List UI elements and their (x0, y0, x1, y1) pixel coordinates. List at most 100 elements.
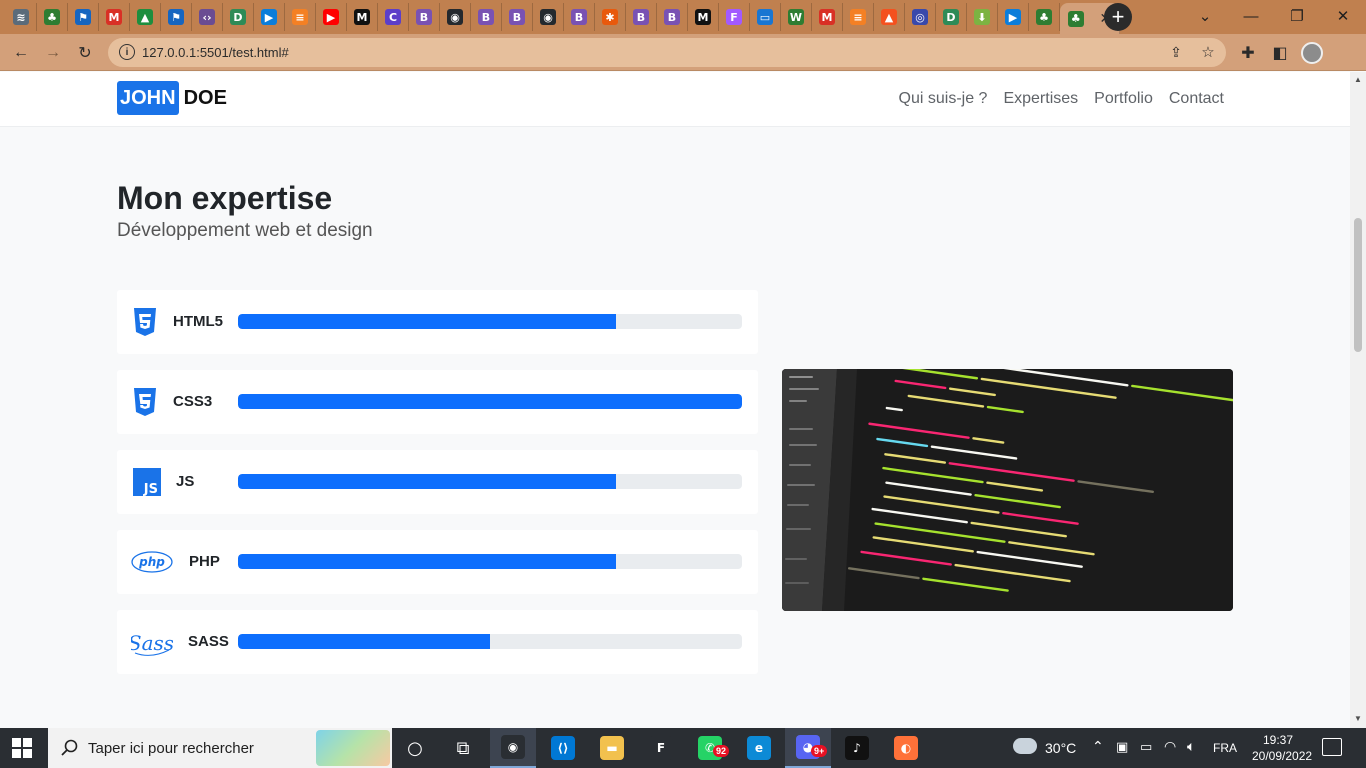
brand-last-name: DOE (183, 86, 227, 109)
taskbar-search-box[interactable]: Taper ici pour rechercher (48, 728, 392, 768)
taskbar-app-cortana[interactable]: ○ (392, 728, 438, 768)
side-panel-icon[interactable]: ◧ (1267, 40, 1293, 66)
browser-tab[interactable]: ≡ (843, 3, 874, 31)
browser-tab[interactable]: ✱ (595, 3, 626, 31)
taskbar-app-edge[interactable]: e (736, 728, 782, 768)
taskbar-app-firefox[interactable]: ◐ (883, 728, 929, 768)
browser-tab[interactable]: ▲ (874, 3, 905, 31)
wifi-icon[interactable]: ◠ (1164, 738, 1176, 755)
browser-tab[interactable]: M (347, 3, 378, 31)
skill-progress-fill (238, 474, 616, 489)
skill-card-php: php PHP (117, 530, 758, 594)
browser-tab[interactable]: B (409, 3, 440, 31)
close-window-button[interactable]: ✕ (1320, 4, 1366, 28)
back-button[interactable]: ← (8, 40, 34, 66)
browser-tab[interactable]: D (223, 3, 254, 31)
browser-tab[interactable]: ▶ (254, 3, 285, 31)
address-bar[interactable]: i 127.0.0.1:5501/test.html# ⇪ ☆ (108, 38, 1226, 67)
taskbar-app-vscode[interactable]: ⟨⟩ (540, 728, 586, 768)
browser-tab[interactable]: ◉ (440, 3, 471, 31)
browser-tab[interactable]: ‹› (192, 3, 223, 31)
scrollbar-thumb[interactable] (1354, 218, 1362, 352)
tab-search-icon[interactable]: ⌄ (1182, 4, 1228, 28)
scroll-up-arrow-icon[interactable]: ▲ (1354, 75, 1362, 84)
restore-button[interactable]: ❐ (1274, 4, 1320, 28)
profile-avatar[interactable] (1299, 40, 1325, 66)
nav-link-contact[interactable]: Contact (1169, 90, 1224, 108)
weather-temperature[interactable]: 30°C (1045, 740, 1076, 756)
browser-tab[interactable]: ♣ (37, 3, 68, 31)
windows-start-icon[interactable] (12, 738, 32, 758)
minimize-button[interactable]: — (1228, 4, 1274, 28)
clock-time: 19:37 (1262, 733, 1294, 747)
tiktok-icon: ♪ (845, 736, 869, 760)
new-tab-button[interactable]: + (1104, 3, 1132, 31)
browser-tab[interactable]: ⚑ (161, 3, 192, 31)
browser-tab[interactable]: ▲ (130, 3, 161, 31)
skill-name: JS (176, 473, 195, 490)
taskbar-app-figma[interactable]: F (638, 728, 684, 768)
page-scrollbar[interactable]: ▲ ▼ (1350, 72, 1366, 728)
bootstrap-icon: B (509, 9, 525, 25)
share-icon[interactable]: ⇪ (1163, 39, 1189, 65)
input-language[interactable]: FRA (1213, 741, 1237, 755)
taskbar-app-chrome[interactable]: ◉ (490, 728, 536, 768)
browser-tab[interactable]: ≋ (6, 3, 37, 31)
url-text[interactable]: 127.0.0.1:5501/test.html# (142, 45, 289, 60)
system-clock[interactable]: 19:37 20/09/2022 (1252, 732, 1312, 764)
browser-tab[interactable]: B (502, 3, 533, 31)
nav-link-portfolio[interactable]: Portfolio (1094, 90, 1153, 108)
browser-tab[interactable]: ▶ (316, 3, 347, 31)
w-icon: W (788, 9, 804, 25)
skill-card-sass: Sass SASS (117, 610, 758, 674)
battery-icon[interactable]: ▭ (1140, 739, 1152, 755)
taskbar-app-task-view[interactable]: ⧉ (440, 728, 486, 768)
target-icon: ◎ (912, 9, 928, 25)
browser-tab[interactable]: B (471, 3, 502, 31)
browser-tab[interactable]: M (99, 3, 130, 31)
figma-icon: F (726, 9, 742, 25)
browser-tab[interactable]: B (626, 3, 657, 31)
browser-tab[interactable]: D (936, 3, 967, 31)
scroll-down-arrow-icon[interactable]: ▼ (1354, 714, 1362, 723)
browser-tab[interactable]: ▭ (750, 3, 781, 31)
taskbar-app-discord[interactable]: ◕ 9+ (785, 728, 831, 768)
browser-tab[interactable]: ⚑ (68, 3, 99, 31)
browser-tab[interactable]: B (564, 3, 595, 31)
taskbar-app-file-explorer[interactable]: ▬ (589, 728, 635, 768)
taskbar-app-tiktok[interactable]: ♪ (834, 728, 880, 768)
browser-tab[interactable]: ♣ (1029, 3, 1060, 31)
browser-tab[interactable]: W (781, 3, 812, 31)
taskbar-app-whatsapp[interactable]: ✆ 92 (687, 728, 733, 768)
browser-tab[interactable]: C (378, 3, 409, 31)
forward-button[interactable]: → (40, 40, 66, 66)
browser-tab[interactable]: ▶ (998, 3, 1029, 31)
extensions-icon[interactable]: ✚ (1235, 40, 1261, 66)
browser-tab[interactable]: M (812, 3, 843, 31)
volume-icon[interactable]: 🔈︎ (1187, 738, 1195, 755)
skill-card-css3: CSS3 (117, 370, 758, 434)
nav-link-about[interactable]: Qui suis-je ? (899, 90, 988, 108)
php-icon: php (131, 546, 173, 578)
cortana-icon: ○ (407, 737, 423, 759)
browser-tab[interactable]: ◎ (905, 3, 936, 31)
reload-button[interactable]: ↻ (72, 40, 98, 66)
brand-first-name: JOHN (117, 81, 179, 115)
browser-tab[interactable]: ⬇ (967, 3, 998, 31)
bookmark-star-icon[interactable]: ☆ (1195, 39, 1221, 65)
nav-link-expertise[interactable]: Expertises (1003, 90, 1078, 108)
tray-chevron-up-icon[interactable]: ⌃ (1092, 738, 1104, 755)
info-icon[interactable]: i (119, 44, 135, 60)
js-icon: JS (127, 466, 167, 498)
meet-now-icon[interactable]: ▣ (1116, 739, 1128, 755)
browser-tab[interactable]: M (688, 3, 719, 31)
browser-tab[interactable]: B (657, 3, 688, 31)
browser-tab[interactable]: ◉ (533, 3, 564, 31)
cloud-weather-icon[interactable] (1013, 738, 1037, 754)
search-placeholder: Taper ici pour rechercher (88, 739, 254, 757)
brand-logo[interactable]: JOHN DOE (117, 81, 227, 115)
notification-center-icon[interactable] (1322, 738, 1342, 756)
vscode-icon: ⟨⟩ (551, 736, 575, 760)
browser-tab[interactable]: ≡ (285, 3, 316, 31)
browser-tab[interactable]: F (719, 3, 750, 31)
